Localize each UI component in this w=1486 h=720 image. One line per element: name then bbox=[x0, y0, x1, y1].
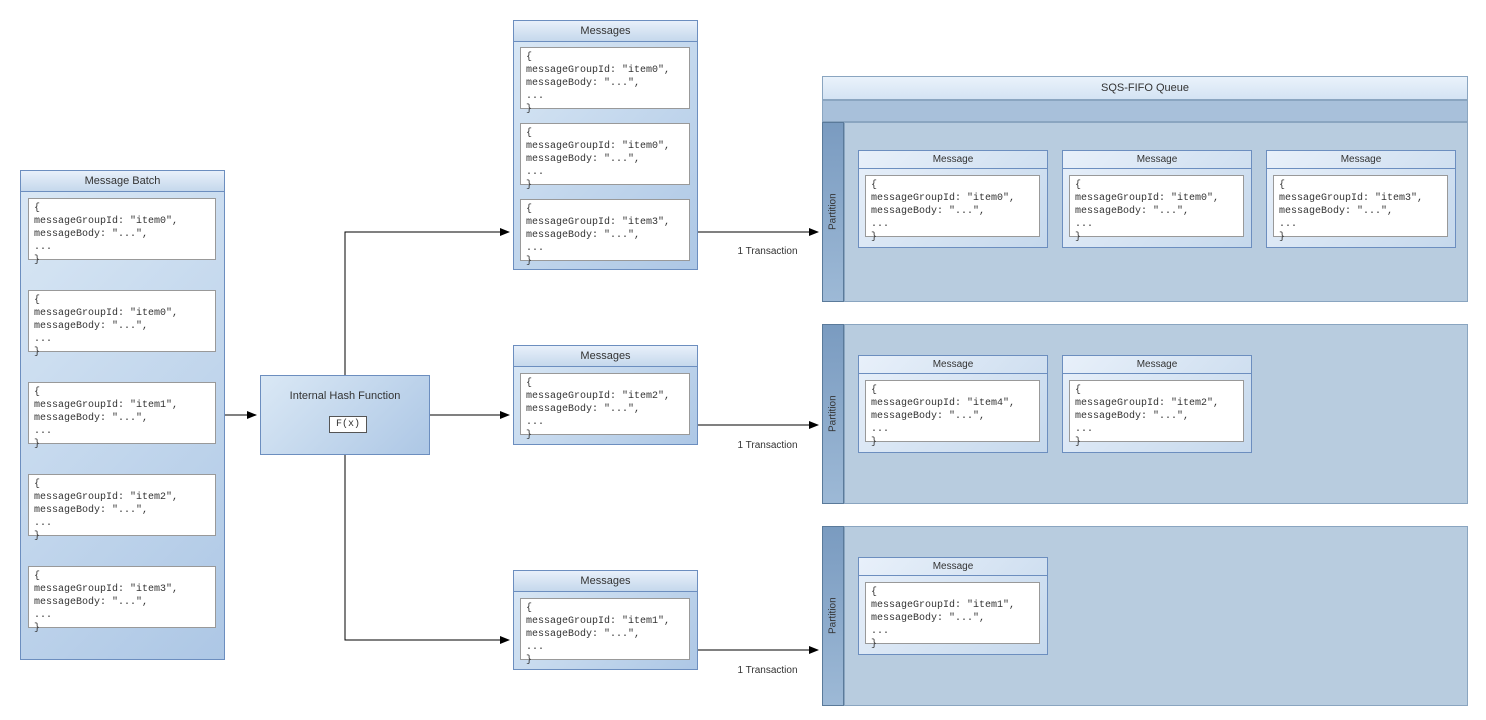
messages-group-2-title: Messages bbox=[514, 571, 697, 592]
msg-g1-0: { messageGroupId: "item2", messageBody: … bbox=[520, 373, 690, 435]
p1-msg-1-title: Message bbox=[1063, 356, 1251, 374]
p2-msg-0-title: Message bbox=[859, 558, 1047, 576]
msg-g0-1: { messageGroupId: "item0", messageBody: … bbox=[520, 123, 690, 185]
queue-title: SQS-FIFO Queue bbox=[1101, 82, 1189, 94]
batch-msg-4: { messageGroupId: "item3", messageBody: … bbox=[28, 566, 216, 628]
partition-0-label: Partition bbox=[822, 122, 844, 302]
hash-fx: F(x) bbox=[329, 416, 367, 433]
txn-0: 1 Transaction bbox=[720, 246, 815, 257]
hash-function-box: Internal Hash Function F(x) bbox=[260, 375, 430, 455]
batch-msg-0: { messageGroupId: "item0", messageBody: … bbox=[28, 198, 216, 260]
p0-msg-0-title: Message bbox=[859, 151, 1047, 169]
p0-msg-2-title: Message bbox=[1267, 151, 1455, 169]
partition-2-label: Partition bbox=[822, 526, 844, 706]
msg-g0-2: { messageGroupId: "item3", messageBody: … bbox=[520, 199, 690, 261]
batch-msg-3: { messageGroupId: "item2", messageBody: … bbox=[28, 474, 216, 536]
messages-group-0-title: Messages bbox=[514, 21, 697, 42]
p0-msg-1-body: { messageGroupId: "item0", messageBody: … bbox=[1069, 175, 1244, 237]
queue-title-bar: SQS-FIFO Queue bbox=[822, 76, 1468, 100]
p0-msg-0-body: { messageGroupId: "item0", messageBody: … bbox=[865, 175, 1040, 237]
queue-spacer bbox=[822, 100, 1468, 122]
p1-msg-1-body: { messageGroupId: "item2", messageBody: … bbox=[1069, 380, 1244, 442]
txn-2: 1 Transaction bbox=[720, 665, 815, 676]
txn-1: 1 Transaction bbox=[720, 440, 815, 451]
p1-msg-0-title: Message bbox=[859, 356, 1047, 374]
partition-1-label: Partition bbox=[822, 324, 844, 504]
msg-g2-0: { messageGroupId: "item1", messageBody: … bbox=[520, 598, 690, 660]
p0-msg-2-body: { messageGroupId: "item3", messageBody: … bbox=[1273, 175, 1448, 237]
p0-msg-1-title: Message bbox=[1063, 151, 1251, 169]
messages-group-1-title: Messages bbox=[514, 346, 697, 367]
msg-g0-0: { messageGroupId: "item0", messageBody: … bbox=[520, 47, 690, 109]
batch-msg-1: { messageGroupId: "item0", messageBody: … bbox=[28, 290, 216, 352]
message-batch-title: Message Batch bbox=[21, 171, 224, 192]
p2-msg-0-body: { messageGroupId: "item1", messageBody: … bbox=[865, 582, 1040, 644]
batch-msg-2: { messageGroupId: "item1", messageBody: … bbox=[28, 382, 216, 444]
hash-function-title: Internal Hash Function bbox=[261, 390, 429, 402]
p1-msg-0-body: { messageGroupId: "item4", messageBody: … bbox=[865, 380, 1040, 442]
